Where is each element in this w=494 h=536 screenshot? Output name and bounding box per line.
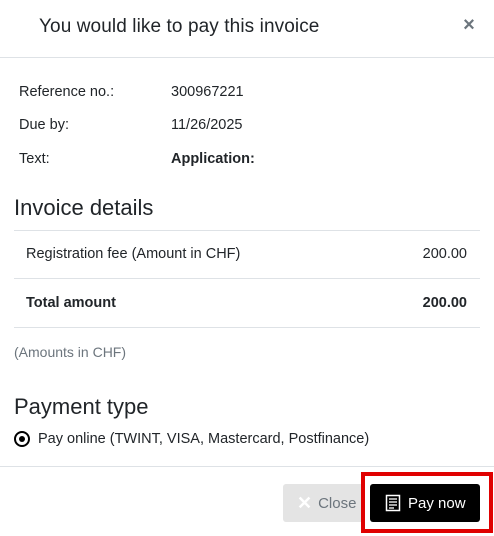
table-divider — [14, 327, 480, 328]
pay-now-label: Pay now — [408, 494, 466, 512]
payment-dialog: You would like to pay this invoice × Ref… — [0, 0, 494, 536]
due-date-label: Due by: — [19, 117, 69, 133]
receipt-icon — [384, 494, 402, 512]
payment-option-radio[interactable] — [14, 431, 30, 447]
table-divider — [14, 278, 480, 279]
payment-option-online[interactable]: Pay online (TWINT, VISA, Mastercard, Pos… — [14, 430, 369, 448]
x-icon: ✕ — [297, 493, 313, 513]
due-date-value: 11/26/2025 — [171, 117, 243, 133]
reference-value: 300967221 — [171, 84, 244, 100]
close-icon[interactable]: × — [460, 14, 478, 36]
dialog-title: You would like to pay this invoice — [39, 16, 320, 37]
close-button-label: Close — [318, 494, 357, 512]
close-button[interactable]: ✕ Close — [283, 484, 365, 522]
amounts-note: (Amounts in CHF) — [14, 344, 127, 360]
reference-label: Reference no.: — [19, 84, 115, 100]
text-label: Text: — [19, 151, 50, 167]
pay-now-button[interactable]: Pay now — [370, 484, 480, 522]
total-amount: 200.00 — [422, 295, 467, 311]
total-label: Total amount — [26, 295, 116, 311]
payment-type-title: Payment type — [14, 394, 149, 419]
invoice-details-title: Invoice details — [14, 195, 154, 220]
payment-option-label: Pay online (TWINT, VISA, Mastercard, Pos… — [38, 431, 370, 447]
fee-amount: 200.00 — [422, 246, 467, 262]
text-value: Application: — [171, 151, 255, 167]
dialog-header: You would like to pay this invoice × — [0, 0, 494, 58]
fee-description: Registration fee (Amount in CHF) — [26, 246, 241, 262]
table-divider — [14, 230, 480, 231]
